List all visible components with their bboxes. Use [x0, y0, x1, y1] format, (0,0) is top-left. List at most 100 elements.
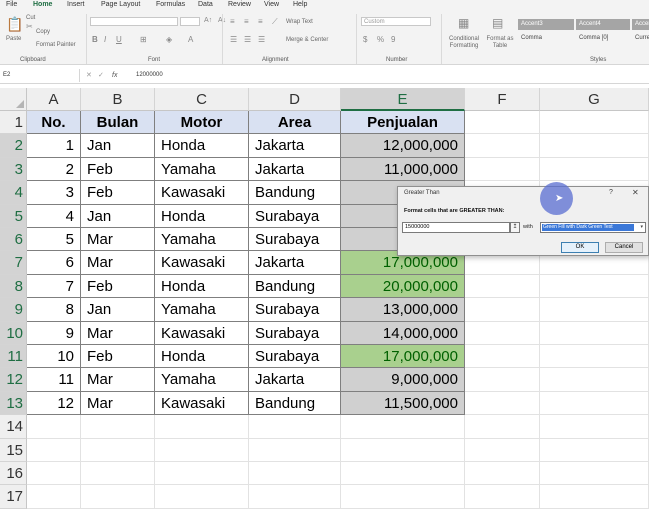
- menu-data[interactable]: Data: [198, 0, 213, 10]
- table-cell[interactable]: Honda: [155, 134, 249, 158]
- empty-cell[interactable]: [540, 134, 649, 158]
- row-header-13[interactable]: 13: [0, 391, 27, 416]
- table-cell[interactable]: Surabaya: [249, 298, 341, 322]
- empty-cell[interactable]: [249, 415, 341, 439]
- empty-cell[interactable]: [540, 298, 649, 322]
- empty-cell[interactable]: [465, 345, 540, 369]
- cancel-entry-icon[interactable]: ✕: [86, 69, 92, 82]
- table-cell[interactable]: Kawasaki: [155, 251, 249, 275]
- empty-cell[interactable]: [540, 345, 649, 369]
- format-select[interactable]: Green Fill with Dark Green Text ▾: [540, 222, 646, 233]
- menu-view[interactable]: View: [264, 0, 279, 10]
- empty-cell[interactable]: [465, 485, 540, 509]
- merge-center-button[interactable]: Merge & Center: [286, 37, 328, 43]
- empty-cell[interactable]: [540, 415, 649, 439]
- font-size-box[interactable]: [180, 17, 200, 26]
- table-cell[interactable]: Yamaha: [155, 228, 249, 252]
- fill-color-icon[interactable]: ◈: [166, 35, 172, 44]
- table-cell[interactable]: 5: [27, 228, 81, 252]
- empty-cell[interactable]: [540, 368, 649, 392]
- sales-cell[interactable]: 20,000,000: [341, 274, 465, 299]
- insert-function-button[interactable]: fx: [112, 69, 117, 82]
- sales-cell[interactable]: 17,000,000: [341, 345, 465, 369]
- chevron-down-icon[interactable]: ▾: [640, 224, 643, 230]
- menu-help[interactable]: Help: [293, 0, 307, 10]
- empty-cell[interactable]: [249, 485, 341, 509]
- table-cell[interactable]: Bandung: [249, 274, 341, 299]
- empty-cell[interactable]: [540, 321, 649, 345]
- table-cell[interactable]: Surabaya: [249, 228, 341, 252]
- table-cell[interactable]: Yamaha: [155, 298, 249, 322]
- table-cell[interactable]: 4: [27, 204, 81, 228]
- row-header-16[interactable]: 16: [0, 462, 27, 486]
- confirm-entry-icon[interactable]: ✓: [98, 69, 104, 82]
- table-cell[interactable]: Surabaya: [249, 345, 341, 369]
- orientation-icon[interactable]: ⟋: [272, 17, 278, 27]
- table-cell[interactable]: 3: [27, 181, 81, 205]
- empty-cell[interactable]: [465, 321, 540, 345]
- menu-file[interactable]: File: [6, 0, 17, 10]
- row-header-12[interactable]: 12: [0, 368, 27, 392]
- style-comma[interactable]: Comma: [518, 33, 574, 44]
- table-cell[interactable]: Yamaha: [155, 368, 249, 392]
- style-comma0[interactable]: Comma [0]: [576, 33, 630, 44]
- empty-cell[interactable]: [249, 438, 341, 462]
- empty-cell[interactable]: [465, 134, 540, 158]
- row-header-11[interactable]: 11: [0, 345, 27, 369]
- empty-cell[interactable]: [465, 368, 540, 392]
- table-header-cell[interactable]: Bulan: [81, 111, 155, 135]
- table-cell[interactable]: 7: [27, 274, 81, 299]
- menu-insert[interactable]: Insert: [67, 0, 85, 10]
- align-middle-icon[interactable]: ≡: [244, 17, 249, 26]
- table-cell[interactable]: Kawasaki: [155, 181, 249, 205]
- table-cell[interactable]: Mar: [81, 251, 155, 275]
- row-header-15[interactable]: 15: [0, 438, 27, 462]
- empty-cell[interactable]: [465, 438, 540, 462]
- empty-cell[interactable]: [465, 391, 540, 416]
- row-header-14[interactable]: 14: [0, 415, 27, 439]
- threshold-input[interactable]: 15000000: [402, 222, 510, 233]
- empty-cell[interactable]: [27, 485, 81, 509]
- row-header-7[interactable]: 7: [0, 251, 27, 275]
- row-header-3[interactable]: 3: [0, 157, 27, 182]
- empty-cell[interactable]: [81, 438, 155, 462]
- table-cell[interactable]: 10: [27, 345, 81, 369]
- table-cell[interactable]: Jakarta: [249, 368, 341, 392]
- style-accent[interactable]: Accent: [632, 19, 649, 30]
- format-as-table-icon[interactable]: ▤: [492, 16, 503, 30]
- empty-cell[interactable]: [465, 157, 540, 182]
- font-name-box[interactable]: [90, 17, 178, 26]
- table-cell[interactable]: 11: [27, 368, 81, 392]
- empty-cell[interactable]: [540, 157, 649, 182]
- table-cell[interactable]: Jan: [81, 134, 155, 158]
- table-cell[interactable]: 6: [27, 251, 81, 275]
- column-header-c[interactable]: C: [155, 88, 249, 111]
- format-as-table-button[interactable]: Format as Table: [484, 36, 516, 50]
- sales-cell[interactable]: 11,500,000: [341, 391, 465, 416]
- empty-cell[interactable]: [465, 298, 540, 322]
- cancel-button[interactable]: Cancel: [605, 242, 643, 253]
- row-header-5[interactable]: 5: [0, 204, 27, 228]
- currency-icon[interactable]: $: [363, 35, 367, 44]
- row-header-9[interactable]: 9: [0, 298, 27, 322]
- close-icon[interactable]: ✕: [632, 188, 639, 197]
- table-cell[interactable]: Honda: [155, 345, 249, 369]
- collapse-dialog-icon[interactable]: ↥: [510, 222, 520, 233]
- style-currency[interactable]: Curre: [632, 33, 649, 44]
- table-header-cell[interactable]: No.: [27, 111, 81, 135]
- conditional-formatting-icon[interactable]: ▦: [458, 16, 469, 30]
- table-cell[interactable]: Honda: [155, 274, 249, 299]
- table-cell[interactable]: Bandung: [249, 391, 341, 416]
- copy-button[interactable]: Copy: [36, 29, 50, 35]
- table-header-cell[interactable]: Motor: [155, 111, 249, 135]
- table-header-cell[interactable]: Area: [249, 111, 341, 135]
- bold-icon[interactable]: B: [92, 35, 98, 44]
- empty-cell[interactable]: [540, 274, 649, 299]
- align-right-icon[interactable]: ☰: [258, 35, 265, 44]
- empty-cell[interactable]: [540, 391, 649, 416]
- wrap-text-button[interactable]: Wrap Text: [286, 19, 313, 25]
- table-cell[interactable]: Feb: [81, 274, 155, 299]
- paste-label[interactable]: Paste: [6, 36, 21, 42]
- table-cell[interactable]: Mar: [81, 228, 155, 252]
- row-header-1[interactable]: 1: [0, 111, 27, 135]
